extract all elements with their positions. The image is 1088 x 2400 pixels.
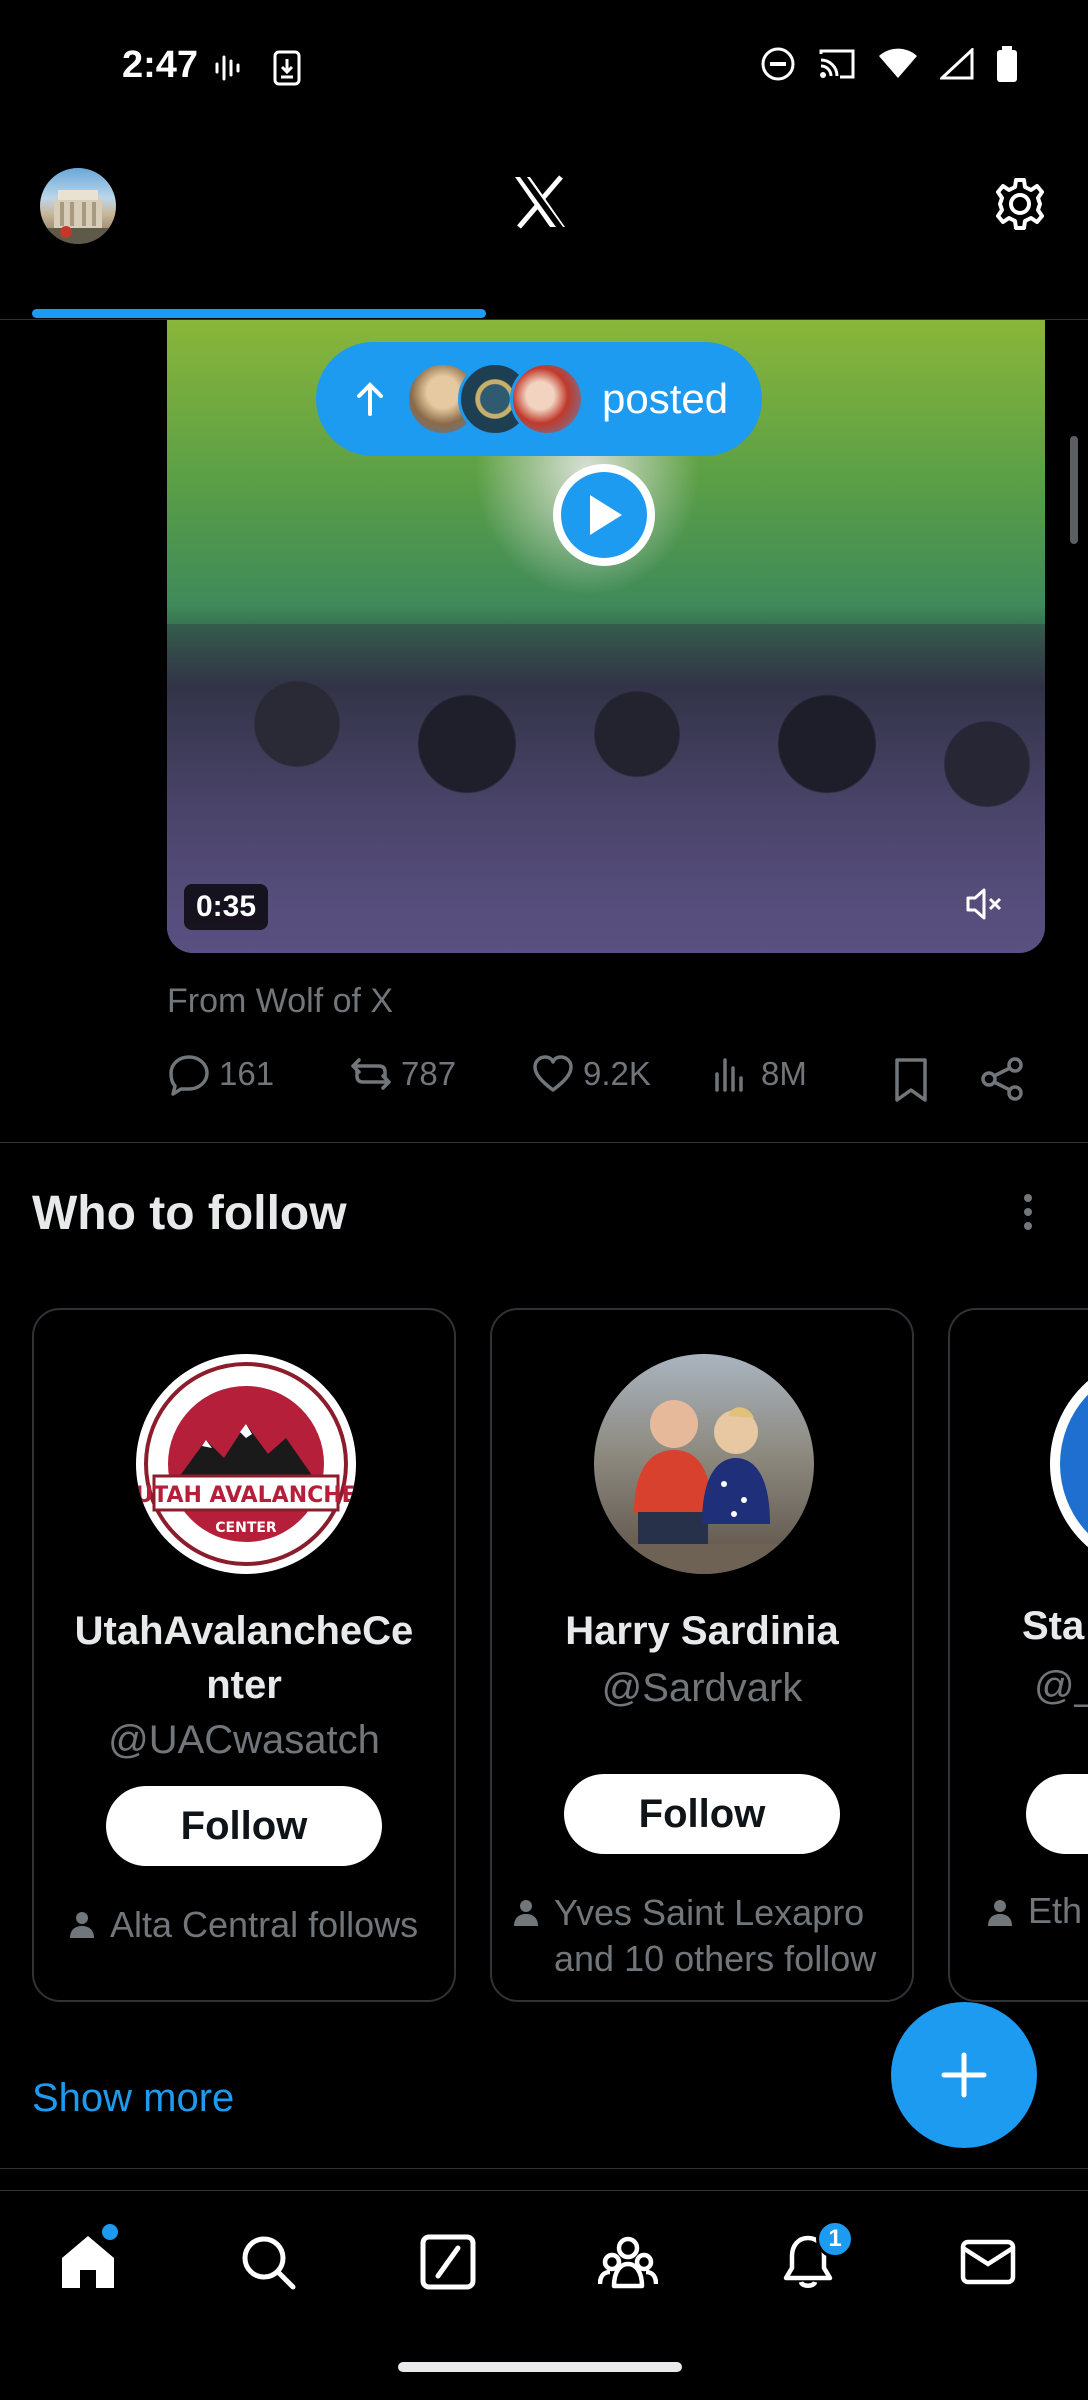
like-count: 9.2K [583, 1055, 651, 1092]
cast-icon [819, 49, 855, 79]
repost-icon [351, 1058, 391, 1090]
notification-badge: 1 [816, 2220, 854, 2258]
view-count: 8M [761, 1055, 807, 1092]
share-icon[interactable] [979, 1056, 1025, 1102]
profile-avatar[interactable] [40, 168, 116, 244]
show-more-link[interactable]: Show more [32, 2076, 234, 2121]
like-button[interactable]: 9.2K [531, 1052, 651, 1096]
heart-icon [533, 1055, 573, 1092]
section-divider [0, 2168, 1088, 2169]
follow-button[interactable]: Follow [564, 1774, 840, 1854]
card-social-context: Alta Central follows [68, 1902, 418, 1948]
card-avatar [594, 1354, 814, 1574]
communities-icon[interactable] [598, 2232, 658, 2292]
home-unread-dot [102, 2224, 118, 2240]
bookmark-icon[interactable] [889, 1056, 933, 1104]
follow-button[interactable] [1026, 1774, 1088, 1854]
download-icon [273, 50, 301, 86]
card-name[interactable]: Harry Sardinia [508, 1604, 896, 1658]
card-handle: @UACwasatch [108, 1718, 380, 1762]
more-options-icon[interactable] [1008, 1190, 1048, 1234]
messages-mail-icon[interactable] [958, 2232, 1018, 2292]
new-posts-pill[interactable]: posted [316, 342, 762, 456]
follow-card[interactable]: Harry Sardinia @Sardvark Follow Yves Sai… [490, 1308, 914, 2002]
scrollbar[interactable] [1070, 436, 1078, 544]
reply-count: 161 [219, 1055, 275, 1092]
wifi-icon [879, 48, 917, 78]
follow-card[interactable]: Sta @_ Eth [948, 1308, 1088, 2002]
svg-text:UTAH AVALANCHE: UTAH AVALANCHE [136, 1483, 356, 1508]
reply-button[interactable]: 161 [167, 1052, 274, 1096]
repost-count: 787 [401, 1055, 457, 1092]
who-to-follow-title: Who to follow [32, 1187, 347, 1240]
views-button[interactable]: 8M [709, 1052, 807, 1096]
home-icon[interactable] [58, 2232, 118, 2292]
mute-icon[interactable] [962, 882, 1006, 926]
play-icon [590, 495, 622, 535]
grok-icon[interactable] [418, 2232, 478, 2292]
repost-button[interactable]: 787 [349, 1052, 456, 1096]
card-handle: @_ [1034, 1664, 1088, 1708]
x-logo-icon[interactable] [512, 174, 568, 230]
person-icon [70, 1912, 94, 1938]
svg-text:CENTER: CENTER [215, 1520, 277, 1536]
card-avatar [1050, 1354, 1088, 1574]
card-name[interactable]: Sta [1022, 1604, 1084, 1649]
video-frame [167, 623, 1045, 953]
play-button[interactable] [553, 464, 655, 566]
card-social-context: Yves Saint Lexapro and 10 others follow [512, 1890, 876, 1982]
uac-logo: UTAH AVALANCHE CENTER [136, 1354, 356, 1574]
card-social-context: Eth [986, 1890, 1082, 1932]
video-duration: 0:35 [184, 884, 269, 930]
arrow-up-icon [357, 382, 383, 416]
voice-icon [215, 55, 240, 81]
post-actions: 161 787 9.2K 8M [167, 1052, 1047, 1108]
battery-icon [997, 46, 1017, 82]
video-source[interactable]: From Wolf of X [167, 982, 393, 1021]
pill-avatar [510, 362, 584, 436]
status-time: 2:47 [122, 44, 199, 86]
person-icon [988, 1900, 1012, 1926]
posted-label: posted [602, 375, 729, 422]
settings-gear-icon[interactable] [992, 176, 1048, 232]
person-icon [514, 1900, 538, 1926]
section-divider [0, 1142, 1088, 1143]
card-handle: @Sardvark [601, 1666, 803, 1710]
home-indicator[interactable] [398, 2362, 682, 2372]
status-icons-left [212, 50, 302, 86]
views-chart-icon [715, 1058, 743, 1092]
plus-icon [941, 2052, 987, 2098]
card-name[interactable]: UtahAvalancheCe nter [50, 1604, 438, 1712]
tab-active-indicator [32, 309, 486, 318]
signal-icon [940, 48, 974, 80]
follow-card[interactable]: UTAH AVALANCHE CENTER UtahAvalancheCe nt… [32, 1308, 456, 2002]
reply-icon [169, 1055, 209, 1096]
status-icons-right [760, 46, 1018, 82]
compose-fab[interactable] [891, 2002, 1037, 2148]
dnd-icon [761, 47, 795, 81]
search-icon[interactable] [238, 2232, 298, 2292]
follow-button[interactable]: Follow [106, 1786, 382, 1866]
